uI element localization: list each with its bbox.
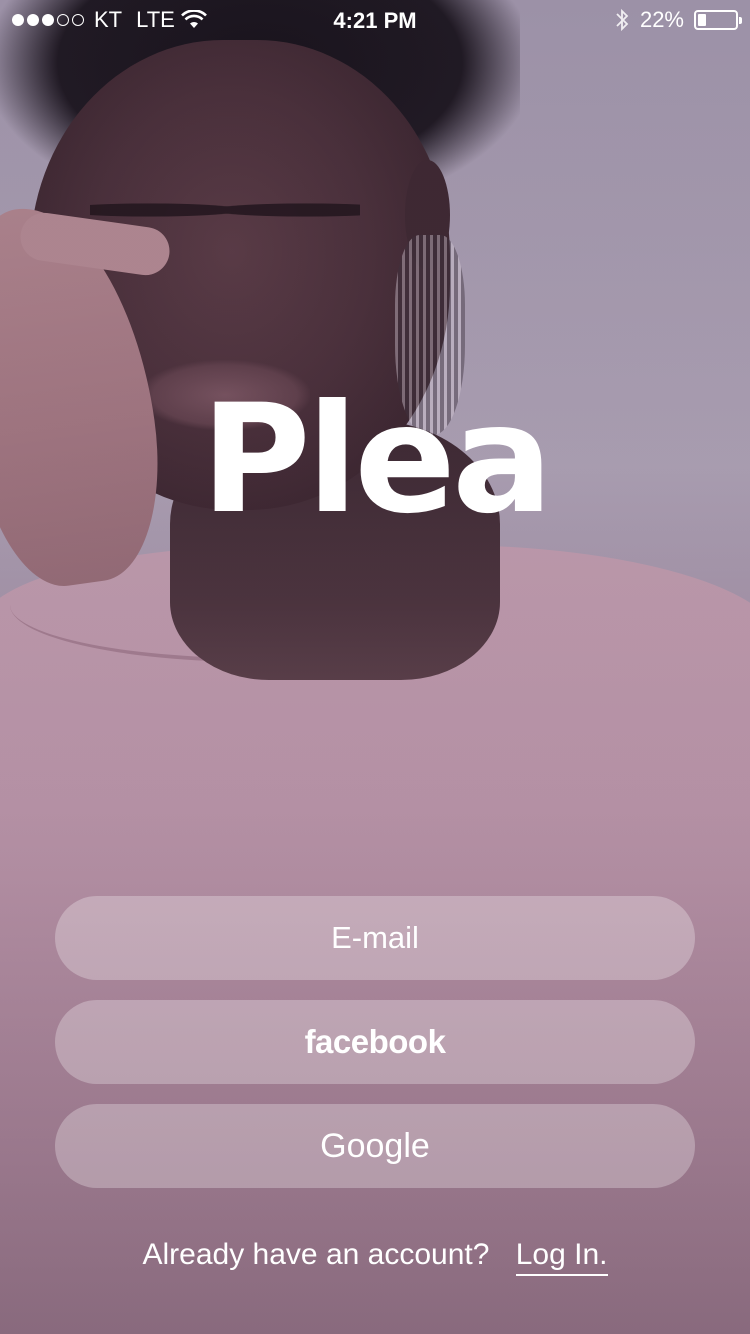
email-button-label: E-mail <box>331 920 419 955</box>
battery-icon <box>694 10 742 30</box>
facebook-login-button[interactable]: facebook <box>55 1000 695 1084</box>
email-signup-button[interactable]: E-mail <box>55 896 695 980</box>
login-prompt: Already have an account? Log In. <box>0 1238 750 1276</box>
bluetooth-icon <box>616 8 629 32</box>
battery-percent: 22% <box>639 7 684 32</box>
status-bar: KT LTE 4:21 PM 22% <box>0 0 750 40</box>
login-link[interactable]: Log In. <box>515 1238 608 1276</box>
facebook-button-label: facebook <box>304 1023 446 1060</box>
account-prompt-text: Already have an account? <box>142 1238 490 1271</box>
app-logo: Plea <box>200 373 553 547</box>
google-button-label: Google <box>320 1126 430 1165</box>
google-login-button[interactable]: Google <box>55 1104 695 1188</box>
screen: KT LTE 4:21 PM 22% Plea E-mail facebook … <box>0 0 750 1334</box>
